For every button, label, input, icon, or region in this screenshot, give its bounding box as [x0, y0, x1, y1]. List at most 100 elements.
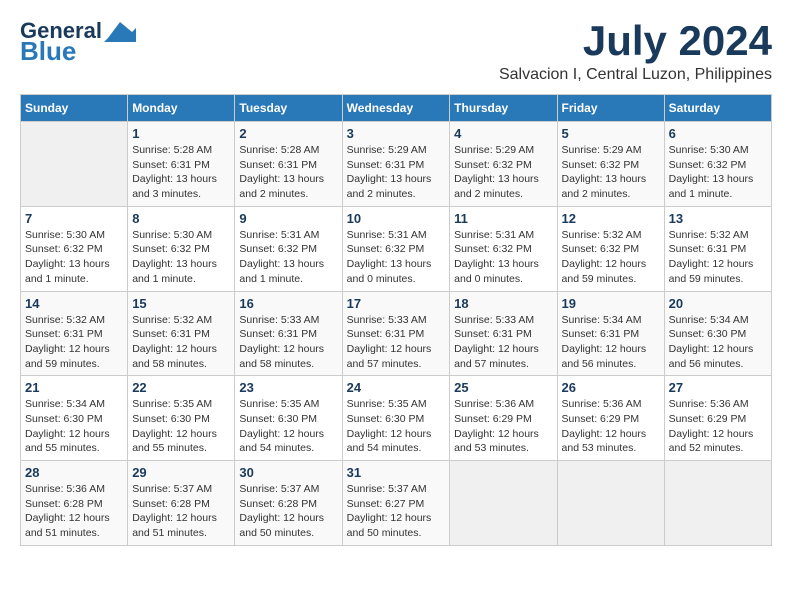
- calendar-cell: 5 Sunrise: 5:29 AM Sunset: 6:32 PM Daylig…: [557, 122, 664, 207]
- logo: General Blue: [20, 20, 136, 64]
- day-number: 31: [347, 465, 446, 480]
- calendar-cell: 8 Sunrise: 5:30 AM Sunset: 6:32 PM Daylig…: [128, 206, 235, 291]
- day-number: 25: [454, 380, 552, 395]
- calendar-cell: 3Sunrise: 5:29 AM Sunset: 6:31 PM Daylig…: [342, 122, 450, 207]
- day-info: Sunrise: 5:31 AM Sunset: 6:32 PM Dayligh…: [347, 228, 446, 287]
- calendar-cell: 12Sunrise: 5:32 AM Sunset: 6:32 PM Dayli…: [557, 206, 664, 291]
- calendar-week-row: 1 Sunrise: 5:28 AM Sunset: 6:31 PM Daylig…: [21, 122, 772, 207]
- calendar-cell: 11 Sunrise: 5:31 AM Sunset: 6:32 PM Dayli…: [450, 206, 557, 291]
- day-number: 14: [25, 296, 123, 311]
- weekday-header: Saturday: [664, 95, 771, 122]
- day-number: 20: [669, 296, 767, 311]
- day-info: Sunrise: 5:30 AM Sunset: 6:32 PM Dayligh…: [132, 228, 230, 287]
- weekday-header: Monday: [128, 95, 235, 122]
- day-info: Sunrise: 5:30 AM Sunset: 6:32 PM Dayligh…: [669, 143, 767, 202]
- day-info: Sunrise: 5:35 AM Sunset: 6:30 PM Dayligh…: [132, 397, 230, 456]
- day-info: Sunrise: 5:32 AM Sunset: 6:31 PM Dayligh…: [132, 313, 230, 372]
- day-info: Sunrise: 5:29 AM Sunset: 6:32 PM Dayligh…: [454, 143, 552, 202]
- day-info: Sunrise: 5:36 AM Sunset: 6:29 PM Dayligh…: [454, 397, 552, 456]
- day-number: 8: [132, 211, 230, 226]
- calendar-week-row: 28Sunrise: 5:36 AM Sunset: 6:28 PM Dayli…: [21, 461, 772, 546]
- day-info: Sunrise: 5:28 AM Sunset: 6:31 PM Dayligh…: [132, 143, 230, 202]
- calendar-cell: 23Sunrise: 5:35 AM Sunset: 6:30 PM Dayli…: [235, 376, 342, 461]
- calendar-cell: 30Sunrise: 5:37 AM Sunset: 6:28 PM Dayli…: [235, 461, 342, 546]
- day-info: Sunrise: 5:30 AM Sunset: 6:32 PM Dayligh…: [25, 228, 123, 287]
- day-info: Sunrise: 5:36 AM Sunset: 6:29 PM Dayligh…: [669, 397, 767, 456]
- day-info: Sunrise: 5:32 AM Sunset: 6:32 PM Dayligh…: [562, 228, 660, 287]
- calendar-cell: 17 Sunrise: 5:33 AM Sunset: 6:31 PM Dayli…: [342, 291, 450, 376]
- day-number: 9: [239, 211, 337, 226]
- calendar-cell: 6 Sunrise: 5:30 AM Sunset: 6:32 PM Daylig…: [664, 122, 771, 207]
- day-info: Sunrise: 5:28 AM Sunset: 6:31 PM Dayligh…: [239, 143, 337, 202]
- calendar-cell: [664, 461, 771, 546]
- calendar-cell: 4 Sunrise: 5:29 AM Sunset: 6:32 PM Daylig…: [450, 122, 557, 207]
- day-info: Sunrise: 5:37 AM Sunset: 6:27 PM Dayligh…: [347, 482, 446, 541]
- calendar-body: 1 Sunrise: 5:28 AM Sunset: 6:31 PM Daylig…: [21, 122, 772, 546]
- calendar-week-row: 21Sunrise: 5:34 AM Sunset: 6:30 PM Dayli…: [21, 376, 772, 461]
- calendar-cell: 26 Sunrise: 5:36 AM Sunset: 6:29 PM Dayli…: [557, 376, 664, 461]
- day-info: Sunrise: 5:33 AM Sunset: 6:31 PM Dayligh…: [454, 313, 552, 372]
- calendar-week-row: 7 Sunrise: 5:30 AM Sunset: 6:32 PM Daylig…: [21, 206, 772, 291]
- calendar-cell: 7 Sunrise: 5:30 AM Sunset: 6:32 PM Daylig…: [21, 206, 128, 291]
- day-info: Sunrise: 5:37 AM Sunset: 6:28 PM Dayligh…: [132, 482, 230, 541]
- location-title: Salvacion I, Central Luzon, Philippines: [499, 66, 772, 84]
- calendar-cell: 15 Sunrise: 5:32 AM Sunset: 6:31 PM Dayli…: [128, 291, 235, 376]
- logo-icon: [104, 20, 136, 42]
- day-info: Sunrise: 5:31 AM Sunset: 6:32 PM Dayligh…: [454, 228, 552, 287]
- calendar-cell: 29 Sunrise: 5:37 AM Sunset: 6:28 PM Dayli…: [128, 461, 235, 546]
- weekday-header: Wednesday: [342, 95, 450, 122]
- header-row: SundayMondayTuesdayWednesdayThursdayFrid…: [21, 95, 772, 122]
- calendar-cell: 31 Sunrise: 5:37 AM Sunset: 6:27 PM Dayli…: [342, 461, 450, 546]
- calendar-cell: [557, 461, 664, 546]
- calendar-cell: 16Sunrise: 5:33 AM Sunset: 6:31 PM Dayli…: [235, 291, 342, 376]
- day-number: 1: [132, 126, 230, 141]
- day-number: 24: [347, 380, 446, 395]
- day-info: Sunrise: 5:29 AM Sunset: 6:31 PM Dayligh…: [347, 143, 446, 202]
- day-number: 4: [454, 126, 552, 141]
- weekday-header: Tuesday: [235, 95, 342, 122]
- day-info: Sunrise: 5:36 AM Sunset: 6:29 PM Dayligh…: [562, 397, 660, 456]
- day-number: 5: [562, 126, 660, 141]
- calendar-table: SundayMondayTuesdayWednesdayThursdayFrid…: [20, 94, 772, 546]
- day-info: Sunrise: 5:32 AM Sunset: 6:31 PM Dayligh…: [25, 313, 123, 372]
- day-number: 6: [669, 126, 767, 141]
- calendar-cell: 9 Sunrise: 5:31 AM Sunset: 6:32 PM Daylig…: [235, 206, 342, 291]
- calendar-cell: 10 Sunrise: 5:31 AM Sunset: 6:32 PM Dayli…: [342, 206, 450, 291]
- day-info: Sunrise: 5:33 AM Sunset: 6:31 PM Dayligh…: [347, 313, 446, 372]
- day-info: Sunrise: 5:29 AM Sunset: 6:32 PM Dayligh…: [562, 143, 660, 202]
- day-number: 22: [132, 380, 230, 395]
- calendar-cell: 19 Sunrise: 5:34 AM Sunset: 6:31 PM Dayli…: [557, 291, 664, 376]
- day-number: 17: [347, 296, 446, 311]
- day-info: Sunrise: 5:36 AM Sunset: 6:28 PM Dayligh…: [25, 482, 123, 541]
- page-header: General Blue July 2024 Salvacion I, Cent…: [20, 20, 772, 84]
- calendar-cell: [450, 461, 557, 546]
- calendar-cell: 13Sunrise: 5:32 AM Sunset: 6:31 PM Dayli…: [664, 206, 771, 291]
- day-info: Sunrise: 5:33 AM Sunset: 6:31 PM Dayligh…: [239, 313, 337, 372]
- weekday-header: Friday: [557, 95, 664, 122]
- day-info: Sunrise: 5:35 AM Sunset: 6:30 PM Dayligh…: [239, 397, 337, 456]
- day-number: 26: [562, 380, 660, 395]
- day-number: 15: [132, 296, 230, 311]
- day-info: Sunrise: 5:34 AM Sunset: 6:30 PM Dayligh…: [669, 313, 767, 372]
- calendar-cell: 22 Sunrise: 5:35 AM Sunset: 6:30 PM Dayli…: [128, 376, 235, 461]
- calendar-week-row: 14 Sunrise: 5:32 AM Sunset: 6:31 PM Dayli…: [21, 291, 772, 376]
- logo-text-blue: Blue: [20, 38, 76, 64]
- calendar-cell: 28Sunrise: 5:36 AM Sunset: 6:28 PM Dayli…: [21, 461, 128, 546]
- month-title: July 2024: [499, 20, 772, 62]
- title-area: July 2024 Salvacion I, Central Luzon, Ph…: [499, 20, 772, 84]
- calendar-cell: 27Sunrise: 5:36 AM Sunset: 6:29 PM Dayli…: [664, 376, 771, 461]
- calendar-cell: 20 Sunrise: 5:34 AM Sunset: 6:30 PM Dayli…: [664, 291, 771, 376]
- weekday-header: Sunday: [21, 95, 128, 122]
- day-info: Sunrise: 5:32 AM Sunset: 6:31 PM Dayligh…: [669, 228, 767, 287]
- calendar-cell: 14 Sunrise: 5:32 AM Sunset: 6:31 PM Dayli…: [21, 291, 128, 376]
- day-number: 2: [239, 126, 337, 141]
- calendar-cell: [21, 122, 128, 207]
- day-number: 29: [132, 465, 230, 480]
- day-number: 19: [562, 296, 660, 311]
- weekday-header: Thursday: [450, 95, 557, 122]
- day-info: Sunrise: 5:34 AM Sunset: 6:31 PM Dayligh…: [562, 313, 660, 372]
- day-number: 11: [454, 211, 552, 226]
- day-number: 10: [347, 211, 446, 226]
- day-info: Sunrise: 5:31 AM Sunset: 6:32 PM Dayligh…: [239, 228, 337, 287]
- day-number: 7: [25, 211, 123, 226]
